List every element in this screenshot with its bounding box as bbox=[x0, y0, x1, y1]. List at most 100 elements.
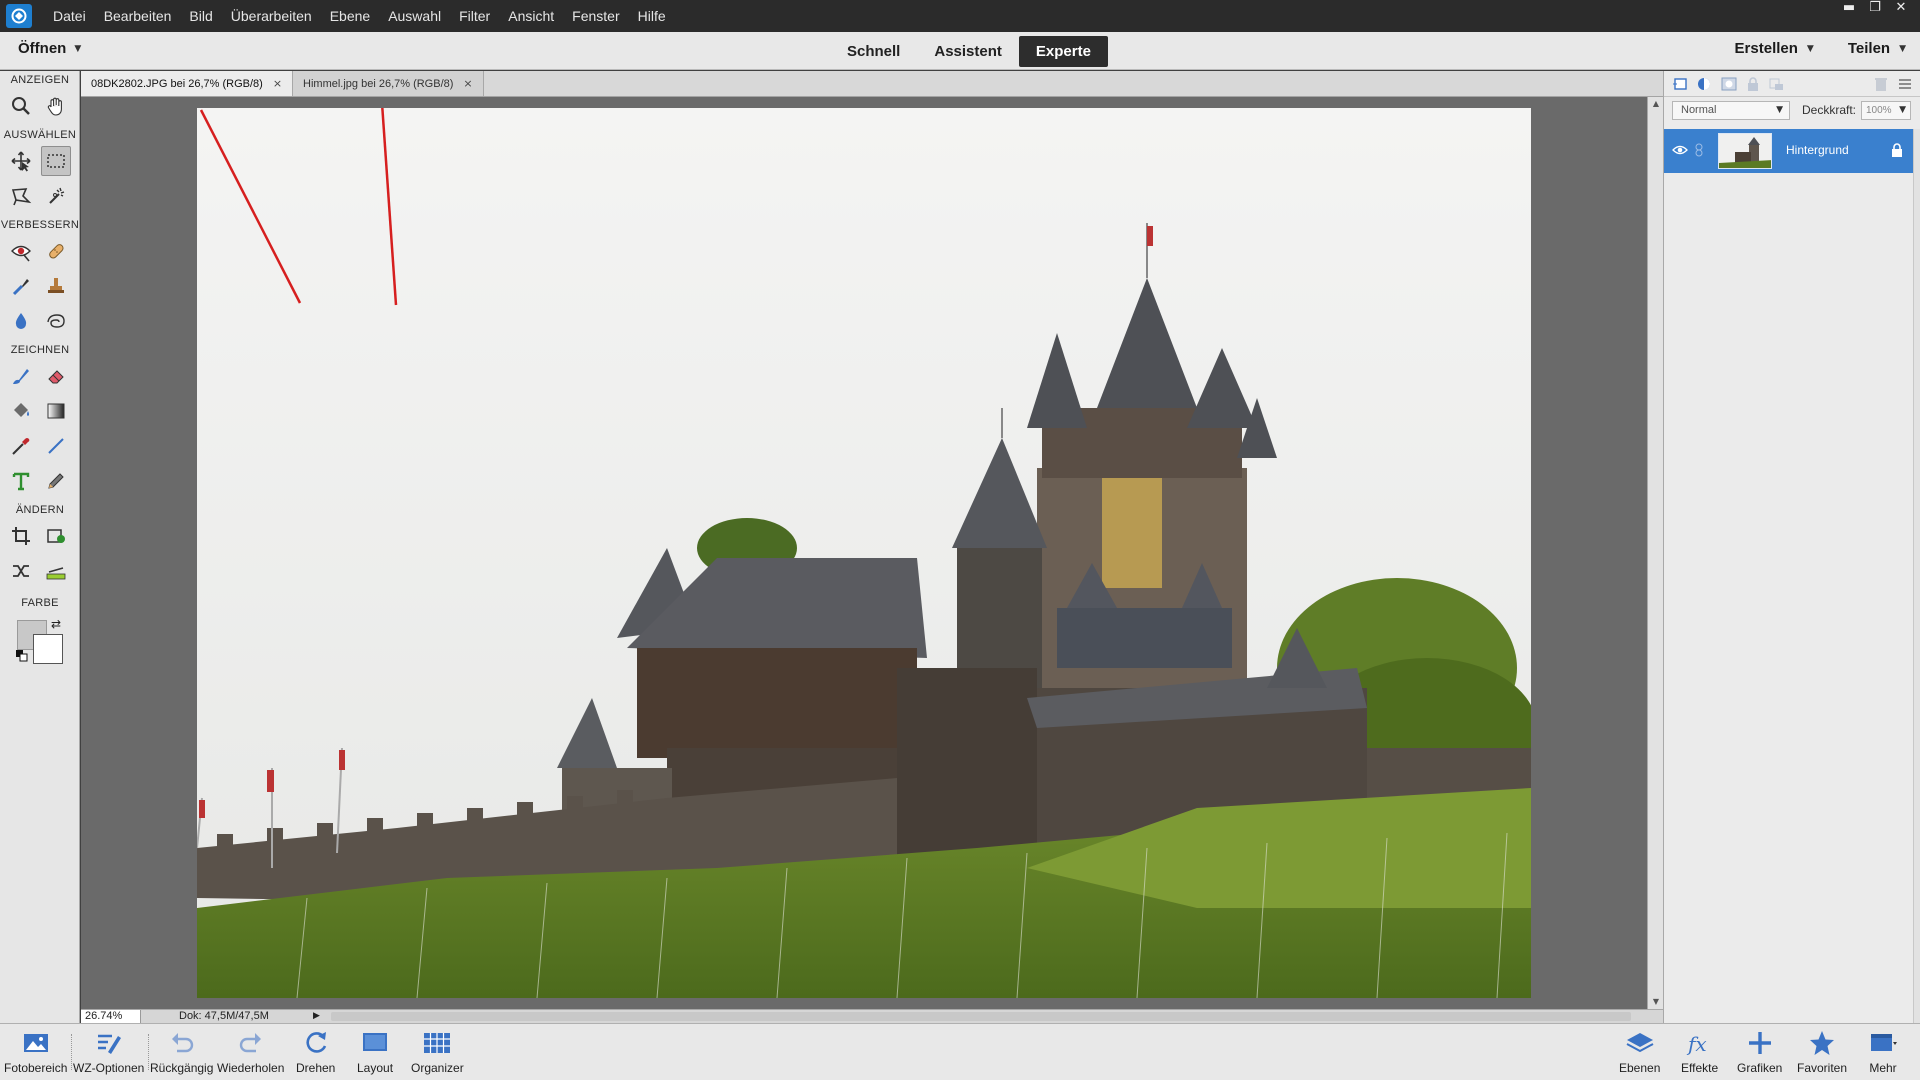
menu-bild[interactable]: Bild bbox=[180, 0, 221, 32]
content-aware-move-tool[interactable] bbox=[6, 556, 36, 586]
organizer-button[interactable]: Organizer bbox=[411, 1028, 464, 1075]
opacity-field[interactable]: 100% ▼ bbox=[1861, 101, 1911, 120]
redo-button[interactable]: Wiederholen bbox=[217, 1028, 284, 1075]
layers-scrollbar[interactable] bbox=[1913, 129, 1920, 1023]
blend-mode-select[interactable]: Normal ▼ bbox=[1672, 101, 1790, 120]
layer-row-hintergrund[interactable]: Hintergrund bbox=[1664, 129, 1913, 173]
new-layer-icon[interactable] bbox=[1672, 76, 1690, 92]
castle-photo[interactable] bbox=[197, 108, 1531, 998]
menu-bearbeiten[interactable]: Bearbeiten bbox=[95, 0, 181, 32]
bottom-label: Layout bbox=[357, 1061, 394, 1075]
lock-icon[interactable] bbox=[1744, 76, 1762, 92]
pencil-tool[interactable] bbox=[41, 466, 71, 496]
spot-healing-tool[interactable] bbox=[41, 236, 71, 266]
clone-stamp-tool[interactable] bbox=[41, 271, 71, 301]
layer-mask-icon[interactable] bbox=[1720, 76, 1738, 92]
bottom-label: Fotobereich bbox=[4, 1061, 68, 1075]
blur-tool[interactable] bbox=[6, 306, 36, 336]
recompose-icon bbox=[47, 529, 65, 543]
adjustment-layer-icon[interactable] bbox=[1696, 76, 1714, 92]
tool-options-button[interactable]: WZ-Optionen bbox=[73, 1028, 144, 1075]
menu-datei[interactable]: Datei bbox=[44, 0, 95, 32]
swap-colors-icon[interactable]: ⇄ bbox=[51, 617, 61, 631]
eyedropper-tool[interactable] bbox=[6, 431, 36, 461]
rectangular-marquee-tool[interactable] bbox=[41, 146, 71, 176]
move-tool[interactable] bbox=[6, 146, 36, 176]
visibility-eye-icon[interactable] bbox=[1672, 143, 1688, 157]
bottom-label: Organizer bbox=[411, 1061, 464, 1075]
bandage-icon bbox=[49, 244, 64, 259]
bottom-label: WZ-Optionen bbox=[73, 1061, 145, 1075]
default-colors-icon[interactable] bbox=[16, 650, 28, 662]
crop-tool[interactable] bbox=[6, 521, 36, 551]
tab-document-1[interactable]: 08DK2802.JPG bei 26,7% (RGB/8) × bbox=[81, 71, 294, 96]
effects-button[interactable]: fx Effekte bbox=[1681, 1028, 1718, 1075]
smart-brush-tool[interactable] bbox=[6, 271, 36, 301]
share-menu[interactable]: Teilen ▼ bbox=[1848, 40, 1906, 57]
hand-tool[interactable] bbox=[41, 91, 71, 121]
brush-tool[interactable] bbox=[6, 361, 36, 391]
layer-lock-icon[interactable] bbox=[1889, 142, 1905, 158]
star-icon bbox=[1810, 1031, 1835, 1055]
menu-ueberarbeiten[interactable]: Überarbeiten bbox=[222, 0, 321, 32]
tab-experte[interactable]: Experte bbox=[1018, 36, 1108, 67]
menu-filter[interactable]: Filter bbox=[450, 0, 499, 32]
straighten-tool[interactable] bbox=[41, 556, 71, 586]
paint-bucket-tool[interactable] bbox=[6, 396, 36, 426]
app-logo-icon[interactable] bbox=[6, 4, 32, 28]
text-tool[interactable] bbox=[6, 466, 36, 496]
menu-hilfe[interactable]: Hilfe bbox=[629, 0, 675, 32]
rotate-button[interactable]: Drehen bbox=[296, 1028, 335, 1075]
gradient-tool[interactable] bbox=[41, 396, 71, 426]
minimize-button[interactable]: ▬ bbox=[1836, 0, 1862, 16]
panel-menu-icon[interactable] bbox=[1896, 76, 1914, 92]
magnifier-icon bbox=[12, 97, 30, 115]
status-menu-icon[interactable]: ▶ bbox=[313, 1011, 320, 1021]
lock-all-icon[interactable] bbox=[1768, 76, 1786, 92]
separator bbox=[71, 1034, 72, 1070]
red-eye-tool[interactable] bbox=[6, 236, 36, 266]
close-button[interactable]: ✕ bbox=[1888, 0, 1914, 16]
eraser-tool[interactable] bbox=[41, 361, 71, 391]
zoom-tool[interactable] bbox=[6, 91, 36, 121]
tab-assistent[interactable]: Assistent bbox=[917, 36, 1019, 67]
recompose-tool[interactable] bbox=[41, 521, 71, 551]
menu-ebene[interactable]: Ebene bbox=[321, 0, 379, 32]
undo-button[interactable]: Rückgängig bbox=[150, 1028, 213, 1075]
castle-thumbnail bbox=[1719, 134, 1771, 168]
link-icon[interactable] bbox=[1693, 143, 1705, 157]
vertical-scrollbar[interactable]: ▲ ▼ bbox=[1647, 97, 1663, 1009]
layers-button[interactable]: Ebenen bbox=[1619, 1028, 1660, 1075]
graphics-button[interactable]: Grafiken bbox=[1737, 1028, 1782, 1075]
scroll-down-icon[interactable]: ▼ bbox=[1648, 995, 1664, 1009]
open-label: Öffnen bbox=[18, 40, 67, 57]
bottom-label: Grafiken bbox=[1737, 1061, 1783, 1075]
close-icon[interactable]: × bbox=[273, 77, 282, 90]
restore-button[interactable]: ❐ bbox=[1862, 0, 1888, 16]
straighten-icon bbox=[46, 567, 66, 580]
menu-ansicht[interactable]: Ansicht bbox=[499, 0, 563, 32]
zoom-field[interactable]: 26.74% bbox=[81, 1010, 141, 1023]
line-tool[interactable] bbox=[41, 431, 71, 461]
trash-icon[interactable] bbox=[1872, 76, 1890, 92]
open-button[interactable]: Öffnen ▼ bbox=[18, 40, 81, 57]
tab-schnell[interactable]: Schnell bbox=[830, 36, 917, 67]
more-button[interactable]: Mehr bbox=[1868, 1028, 1898, 1075]
menu-auswahl[interactable]: Auswahl bbox=[379, 0, 450, 32]
close-icon[interactable]: × bbox=[463, 77, 472, 90]
tab-document-2[interactable]: Himmel.jpg bei 26,7% (RGB/8) × bbox=[293, 71, 484, 96]
layer-name: Hintergrund bbox=[1786, 143, 1849, 157]
create-menu[interactable]: Erstellen ▼ bbox=[1735, 40, 1814, 57]
sponge-tool[interactable] bbox=[41, 306, 71, 336]
plus-icon bbox=[1748, 1032, 1771, 1054]
photo-bin-button[interactable]: Fotobereich bbox=[4, 1028, 67, 1075]
background-color-swatch[interactable] bbox=[33, 634, 63, 664]
canvas-area[interactable] bbox=[81, 97, 1647, 1009]
horizontal-scrollbar[interactable] bbox=[331, 1012, 1631, 1021]
menu-fenster[interactable]: Fenster bbox=[563, 0, 628, 32]
quick-selection-tool[interactable] bbox=[41, 181, 71, 211]
scroll-up-icon[interactable]: ▲ bbox=[1648, 97, 1664, 111]
favorites-button[interactable]: Favoriten bbox=[1797, 1028, 1847, 1075]
lasso-tool[interactable] bbox=[6, 181, 36, 211]
layout-button[interactable]: Layout bbox=[357, 1028, 393, 1075]
